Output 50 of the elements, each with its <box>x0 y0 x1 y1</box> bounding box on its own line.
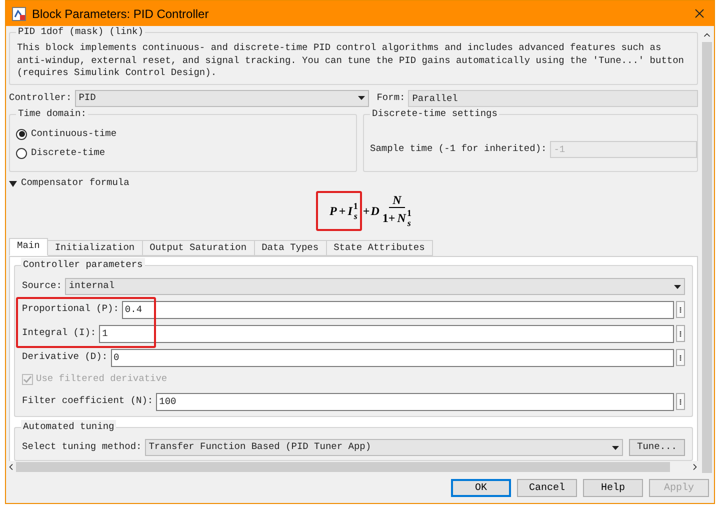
input-field[interactable]: 100 <box>156 392 674 410</box>
group-title: Automated tuning <box>21 420 116 434</box>
dropdown-caret-icon <box>674 284 681 288</box>
field-label: Controller: <box>9 90 73 105</box>
group-title: Controller parameters <box>21 258 145 272</box>
input-field[interactable]: 0.4 <box>122 300 674 318</box>
field-label: Select tuning method: <box>22 440 143 454</box>
dropdown-caret-icon <box>358 96 365 100</box>
checkbox-label: Use filtered derivative <box>36 372 168 386</box>
tab[interactable]: Output Saturation <box>142 240 255 256</box>
field-label: Source: <box>22 279 63 294</box>
tab[interactable]: Main <box>9 238 48 256</box>
description-text: This block implements continuous- and discrete-time PID control algorithms and includes advanced features such as anti-windup, external reset, and signal tracking. You can tune the PID gains automatically using the 'Tune...' button (requires Simulink Control Design). <box>16 41 686 80</box>
field-label: Proportional (P): <box>22 302 120 316</box>
vertical-dots-icon <box>677 396 684 406</box>
source-dropdown[interactable]: internal <box>64 278 685 295</box>
radio-option[interactable]: Discrete-time <box>16 146 356 160</box>
group-title: Discrete-time settings <box>370 106 500 120</box>
form-field: Parallel <box>408 90 698 106</box>
input-field[interactable]: 0 <box>110 348 674 366</box>
dialog-button[interactable]: Help <box>583 479 643 497</box>
tab[interactable]: Data Types <box>254 240 327 256</box>
tab[interactable]: Initialization <box>48 240 143 256</box>
window-title: Block Parameters: PID Controller <box>32 6 210 22</box>
controller-dropdown[interactable]: PID <box>74 90 369 106</box>
tune-button[interactable]: Tune... <box>629 439 685 456</box>
app-icon <box>12 6 26 20</box>
more-options-button[interactable] <box>676 393 685 410</box>
field-label: Integral (I): <box>22 326 98 340</box>
vertical-dots-icon <box>677 328 684 338</box>
field-label: Form: <box>376 90 406 105</box>
tuning-method-dropdown[interactable]: Transfer Function Based (PID Tuner App) <box>144 439 623 456</box>
more-options-button[interactable] <box>676 349 685 366</box>
vertical-dots-icon <box>677 352 684 362</box>
triangle-icon <box>9 180 17 186</box>
dialog-button[interactable]: Cancel <box>517 479 577 497</box>
field-label: Sample time (-1 for inherited): <box>370 142 548 156</box>
compensator-toggle[interactable]: Compensator formula <box>9 176 130 190</box>
vertical-dots-icon <box>677 304 684 314</box>
tab[interactable]: State Attributes <box>326 240 433 256</box>
horizontal-scrollbar[interactable] <box>6 461 700 473</box>
radio-option[interactable]: Continuous-time <box>16 126 356 142</box>
dropdown-caret-icon <box>612 446 619 450</box>
group-title: PID 1dof (mask) (link) <box>16 26 146 39</box>
more-options-button[interactable] <box>676 325 685 342</box>
field-label: Derivative (D): <box>22 350 109 364</box>
more-options-button[interactable] <box>676 301 685 318</box>
dialog-button[interactable]: OK <box>451 479 511 497</box>
field-label: Filter coefficient (N): <box>22 394 154 408</box>
input-field[interactable]: 1 <box>99 324 674 342</box>
